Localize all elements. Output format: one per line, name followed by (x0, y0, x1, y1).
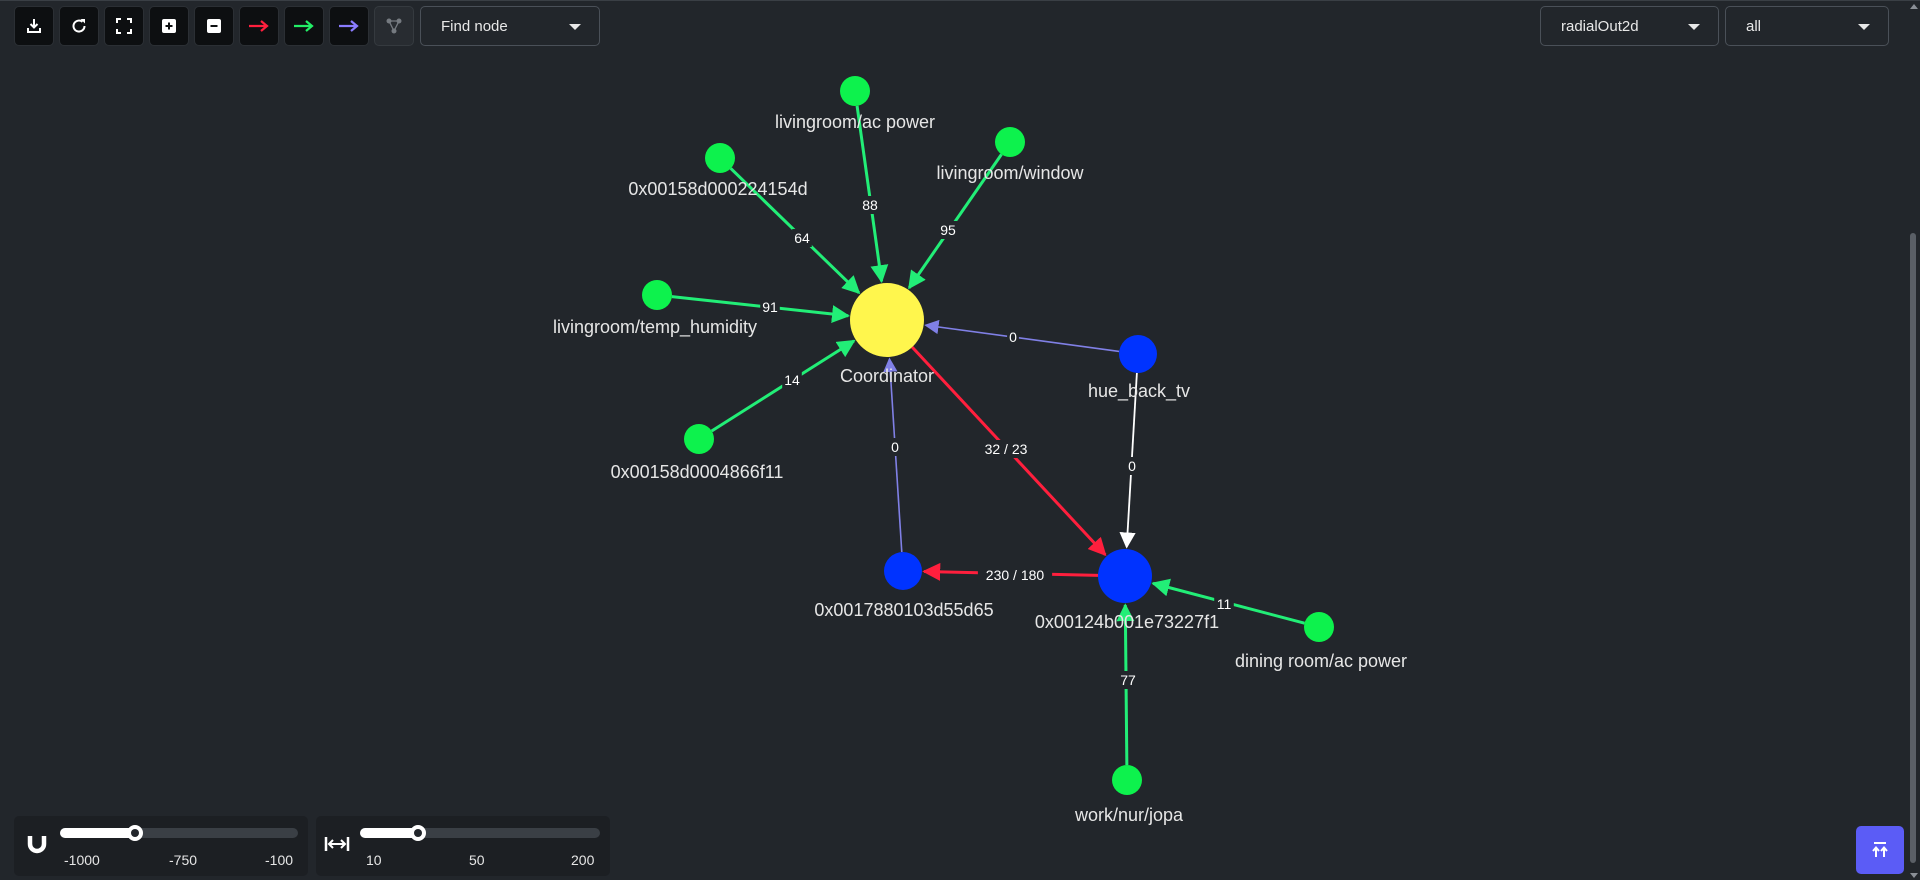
node-label: Coordinator (840, 366, 934, 386)
node-label: livingroom/ac power (775, 112, 935, 132)
charge-min-label: -1000 (64, 852, 100, 868)
scroll-to-top-icon (1872, 842, 1888, 857)
distance-mid-label: 50 (469, 852, 485, 868)
node-label: 0x00158d000224154d (628, 179, 807, 199)
node-n3d55d65[interactable] (884, 552, 922, 590)
distance-icon (324, 837, 350, 851)
link-temphum-coordinator[interactable] (671, 295, 851, 323)
link-acpower-coordinator[interactable] (855, 105, 889, 284)
distance-slider-handle[interactable] (410, 825, 426, 841)
link-label: 64 (794, 230, 810, 246)
node-n73227f1[interactable] (1098, 549, 1152, 603)
scrollbar-thumb[interactable] (1910, 233, 1916, 863)
link-hue-coordinator[interactable] (924, 319, 1120, 353)
charge-slider-handle[interactable] (127, 825, 143, 841)
node-n224154d[interactable] (705, 143, 735, 173)
magnet-icon (27, 836, 47, 854)
distance-max-label: 200 (571, 852, 595, 868)
node-label: 0x0017880103d55d65 (814, 600, 993, 620)
link-label: 0 (1009, 329, 1017, 345)
link-label: 230 / 180 (986, 567, 1045, 583)
link-label: 0 (891, 439, 899, 455)
node-acpower[interactable] (840, 76, 870, 106)
distance-min-label: 10 (366, 852, 382, 868)
network-graph[interactable]: Coordinator livingroom/ac power livingroom… (0, 0, 1920, 880)
scroll-to-top-button[interactable] (1856, 826, 1904, 874)
link-label: 88 (862, 197, 878, 213)
link-label: 14 (784, 372, 800, 388)
node-n4866f11[interactable] (684, 424, 714, 454)
node-label: 0x00158d0004866f11 (611, 462, 784, 482)
charge-mid-label: -750 (169, 852, 198, 868)
node-window[interactable] (995, 127, 1025, 157)
link-label: 91 (762, 299, 778, 315)
node-coordinator[interactable] (850, 283, 924, 357)
node-label: work/nur/jopa (1074, 805, 1184, 825)
scroll-down-arrow-icon[interactable] (1910, 873, 1918, 878)
node-label: livingroom/window (936, 163, 1084, 183)
node-jopa[interactable] (1112, 765, 1142, 795)
node-label: livingroom/temp_humidity (553, 317, 757, 338)
distance-slider-panel: 10 50 200 (316, 816, 610, 876)
node-label: dining room/ac power (1235, 651, 1407, 671)
link-label: 0 (1128, 458, 1136, 474)
node-temphum[interactable] (642, 280, 672, 310)
scroll-up-arrow-icon[interactable] (1910, 4, 1918, 9)
link-label: 95 (940, 222, 956, 238)
distance-slider[interactable] (360, 825, 600, 841)
node-hue[interactable] (1119, 335, 1157, 373)
charge-slider-fill (60, 828, 136, 838)
charge-slider-panel: -1000 -750 -100 (14, 816, 308, 876)
link-label: 32 / 23 (985, 441, 1028, 457)
node-label: 0x00124b001e73227f1 (1035, 612, 1219, 632)
link-label: 77 (1120, 672, 1136, 688)
link-label: 11 (1217, 596, 1232, 612)
charge-max-label: -100 (265, 852, 294, 868)
node-label: hue_back_tv (1088, 381, 1190, 402)
charge-slider[interactable] (60, 825, 298, 841)
node-dining[interactable] (1304, 612, 1334, 642)
